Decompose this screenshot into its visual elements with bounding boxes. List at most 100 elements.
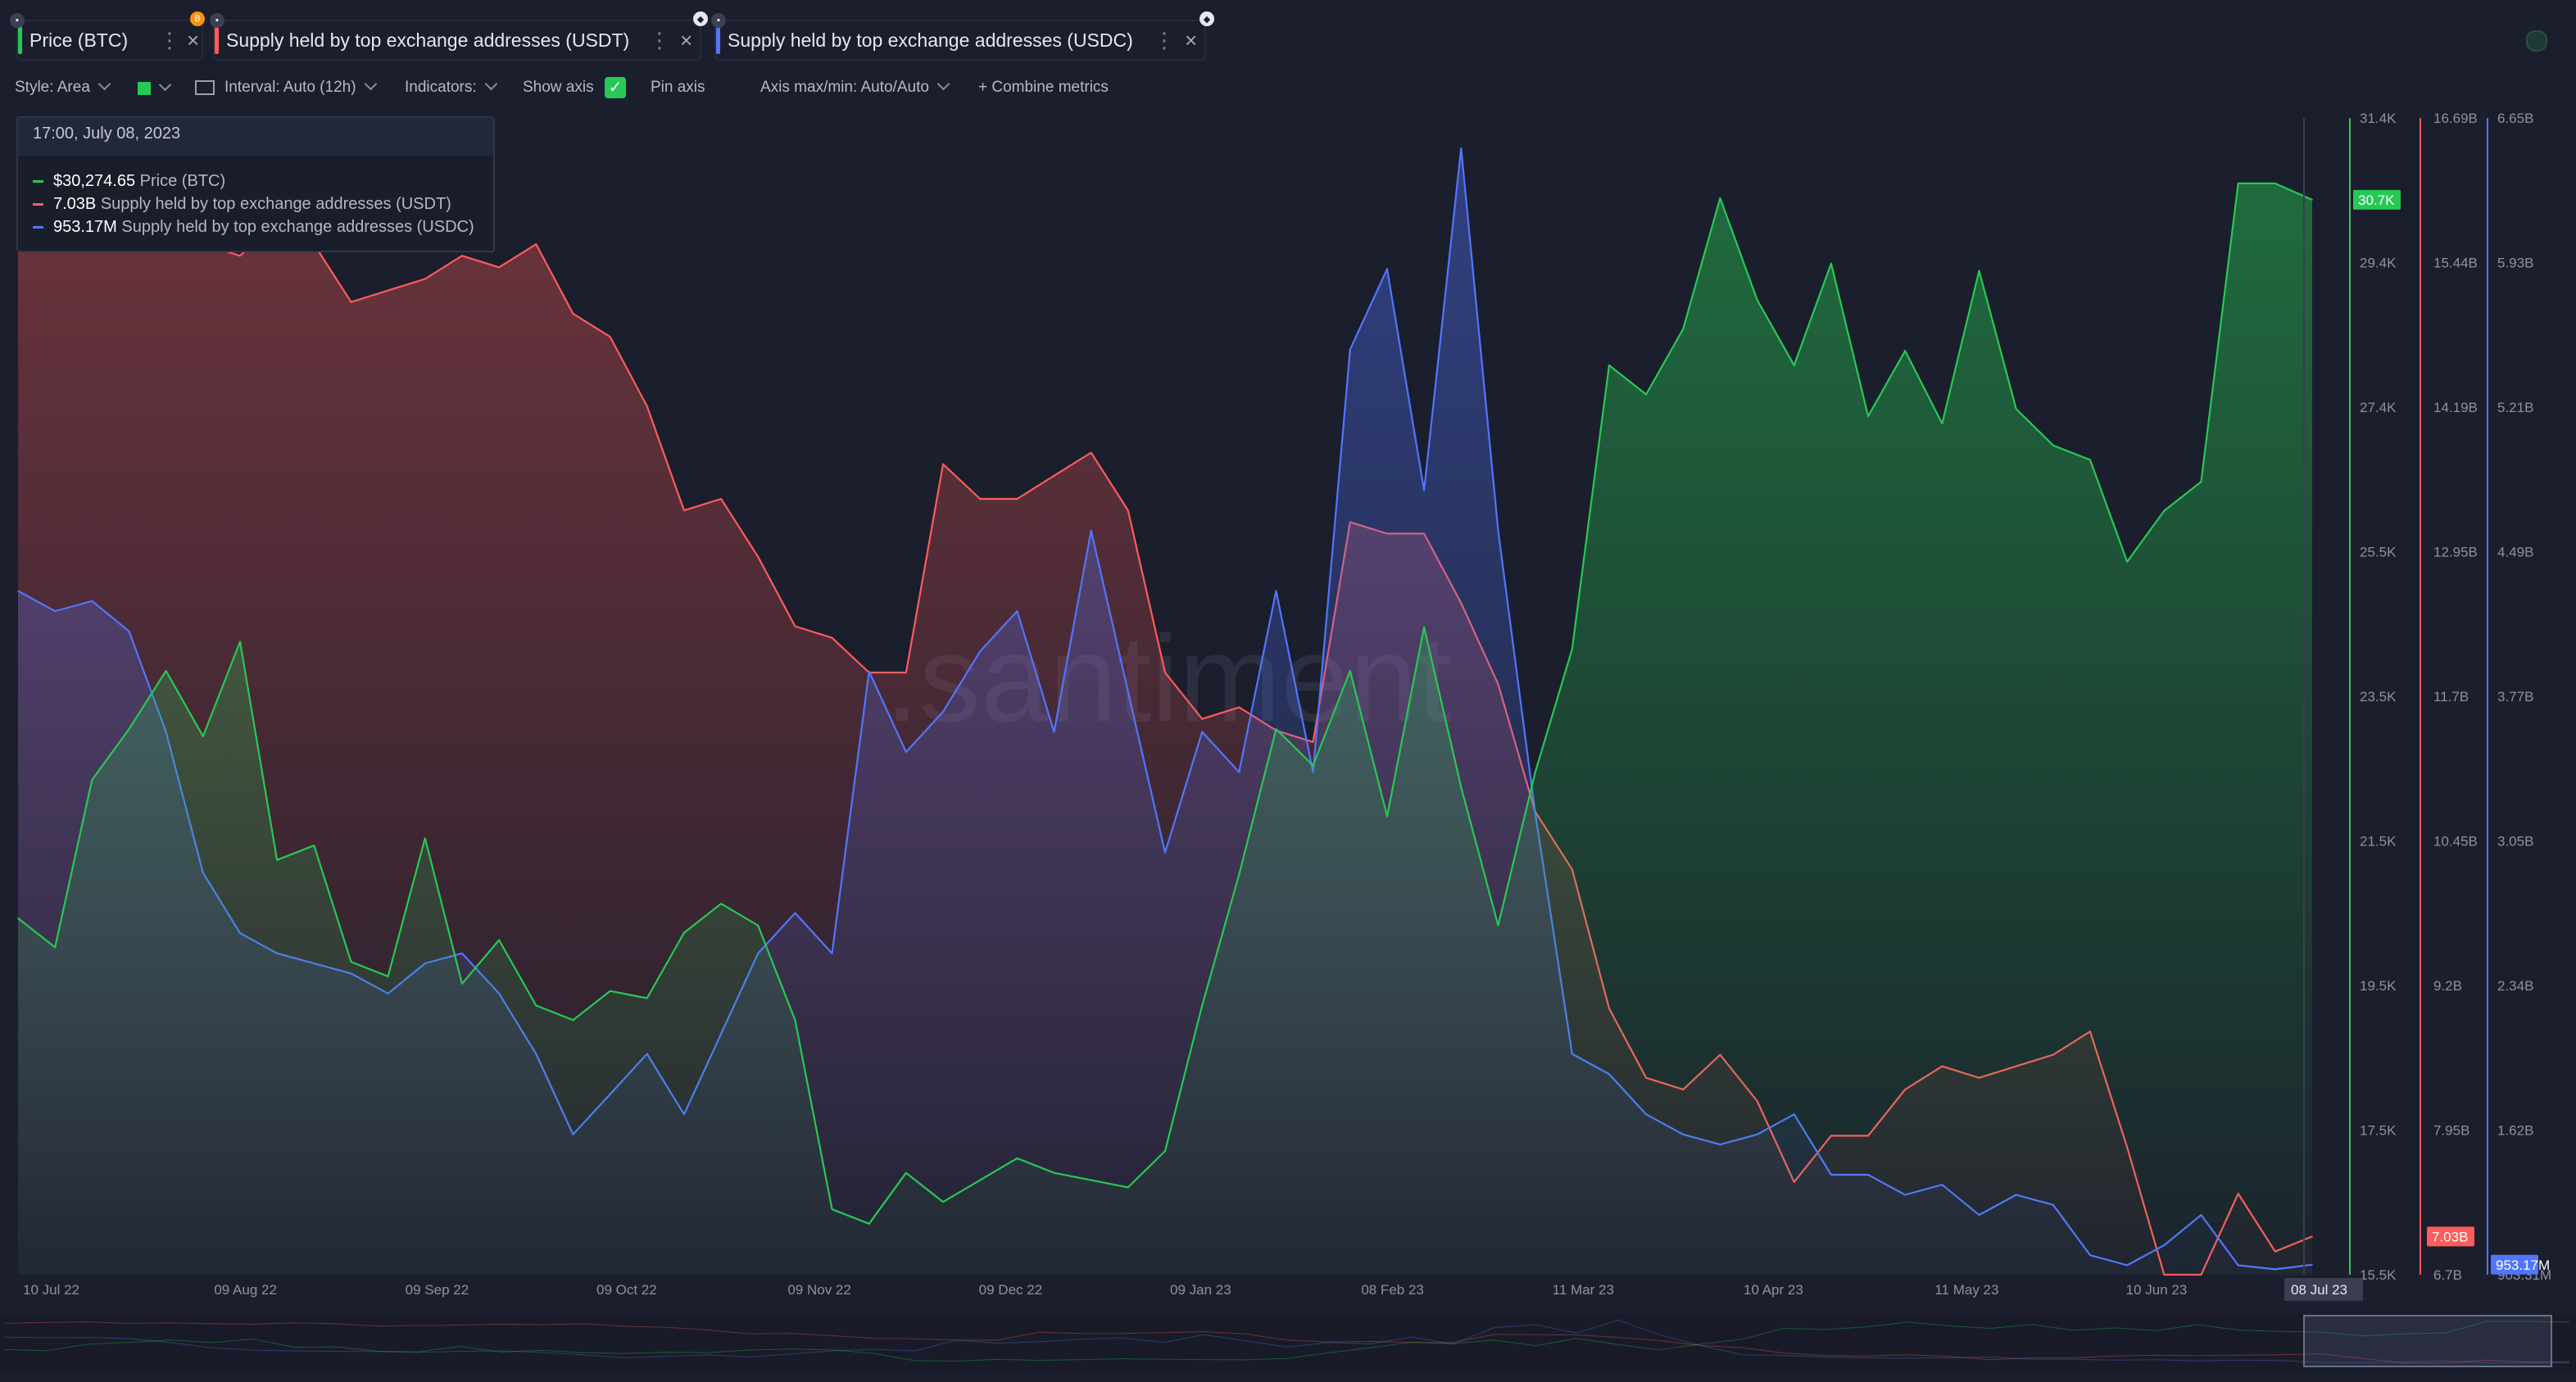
ethereum-badge-icon: ◆ — [1200, 11, 1214, 26]
indicators-dropdown[interactable]: Indicators: — [405, 77, 497, 97]
tab-price-btc[interactable]: Price (BTC) ⋮ × — [16, 20, 203, 61]
more-options-icon[interactable]: ⋮ — [1154, 28, 1175, 53]
y-tick-label: 21.5K — [2360, 834, 2397, 850]
data-point — [17, 918, 19, 919]
interval-label: Interval: Auto (12h) — [224, 79, 356, 96]
x-tick-label: 10 Jun 23 — [2126, 1282, 2188, 1298]
data-point — [1238, 771, 1240, 773]
data-point — [54, 946, 56, 949]
data-point — [1201, 731, 1203, 733]
tooltip-value: 7.03B — [53, 195, 97, 213]
interval-dropdown[interactable]: Interval: Auto (12h) — [195, 77, 377, 97]
data-point — [350, 301, 352, 303]
data-point — [720, 903, 722, 904]
data-point — [313, 845, 315, 846]
data-point — [831, 952, 833, 954]
data-point — [868, 670, 870, 673]
y-tick-label: 3.05B — [2497, 834, 2533, 850]
data-point — [2274, 183, 2276, 184]
style-label: Style: Area — [15, 79, 90, 96]
tab-color-bar — [215, 26, 219, 54]
navigator-track — [0, 1314, 2576, 1371]
data-point — [1275, 590, 1277, 592]
color-picker[interactable] — [138, 78, 172, 97]
chart-toolbar: Style: Area Interval: Auto (12h) Indicat… — [0, 72, 1147, 102]
data-point — [1941, 423, 1943, 424]
data-point — [2052, 444, 2054, 446]
more-options-icon[interactable]: ⋮ — [159, 28, 180, 53]
data-point — [979, 650, 981, 652]
tab-label: Supply held by top exchange addresses (U… — [226, 29, 630, 51]
data-point — [424, 837, 426, 839]
show-axis-checkbox[interactable]: ✓ — [605, 77, 626, 98]
combine-metrics-button[interactable]: + Combine metrics — [978, 79, 1109, 97]
data-point — [831, 637, 833, 639]
y-tick-label: 25.5K — [2360, 545, 2397, 560]
navigator-window — [2303, 1315, 2552, 1367]
y-tick-label: 27.4K — [2360, 400, 2397, 415]
x-tick-label: 10 Jul 22 — [23, 1282, 79, 1298]
data-point — [1127, 1186, 1129, 1189]
show-axis-label: Show axis — [523, 79, 594, 96]
tooltip-series-name: Price (BTC) — [139, 172, 226, 190]
more-options-icon[interactable]: ⋮ — [649, 28, 670, 53]
y-tick-label: 15.44B — [2433, 256, 2478, 271]
data-point — [646, 997, 648, 999]
data-point — [535, 1004, 537, 1007]
close-icon[interactable]: × — [1185, 28, 1197, 53]
tab-usdt-supply[interactable]: Supply held by top exchange addresses (U… — [213, 20, 701, 61]
data-point — [165, 670, 167, 672]
data-point — [1201, 718, 1203, 720]
data-point — [1016, 1158, 1018, 1159]
current-value-label: 7.03B — [2432, 1229, 2468, 1244]
x-tick-label: 10 Apr 23 — [1744, 1282, 1803, 1298]
range-navigator[interactable] — [0, 1314, 2576, 1371]
data-point — [572, 1019, 574, 1021]
data-point — [942, 463, 944, 465]
data-point — [1497, 529, 1499, 532]
close-icon[interactable]: × — [187, 28, 199, 53]
data-point — [2163, 510, 2166, 512]
data-point — [1645, 393, 1647, 396]
data-point — [239, 255, 241, 257]
data-point — [239, 641, 241, 643]
tab-usdc-supply[interactable]: Supply held by top exchange addresses (U… — [714, 20, 1206, 61]
data-point — [1460, 147, 1463, 149]
data-point — [905, 1171, 907, 1174]
y-tick-label: 6.7B — [2433, 1267, 2462, 1283]
settings-status-icon[interactable] — [2526, 30, 2547, 52]
data-point — [461, 983, 463, 985]
y-tick-label: 3.77B — [2497, 689, 2533, 705]
y-tick-label: 16.69B — [2433, 111, 2478, 126]
data-point — [1164, 1150, 1166, 1152]
data-point — [572, 313, 574, 315]
current-value-label: 953.17M — [2496, 1257, 2550, 1273]
data-point — [2015, 408, 2017, 410]
style-dropdown[interactable]: Style: Area — [15, 77, 111, 97]
chart-canvas[interactable]: .santiment 31.4K29.4K27.4K25.5K23.5K21.5… — [0, 106, 2576, 1382]
axis-minmax-dropdown[interactable]: Axis max/min: Auto/Auto — [760, 77, 950, 97]
lock-icon: ▪ — [711, 13, 726, 28]
y-axes: 31.4K 29.4K 27.4K 25.5K 23.5K 21.5K 19.5K 17.5K… — [2349, 111, 2551, 1283]
data-point — [905, 751, 907, 753]
tooltip-row-price: $30,274.65 Price (BTC) — [33, 172, 225, 191]
y-tick-label: 9.2B — [2433, 978, 2462, 994]
data-point — [1090, 451, 1092, 454]
data-point — [942, 711, 944, 713]
tooltip-row-usdt: 7.03B Supply held by top exchange addres… — [33, 195, 451, 214]
pin-axis-toggle[interactable]: Pin axis — [651, 79, 705, 97]
x-tick-label: 09 Sep 22 — [406, 1282, 469, 1298]
y-tick-label: 19.5K — [2360, 978, 2397, 994]
y-tick-label: 29.4K — [2360, 256, 2397, 271]
close-icon[interactable]: × — [680, 28, 692, 53]
x-tick-label: 08 Feb 23 — [1361, 1282, 1424, 1298]
legend-swatch — [33, 180, 43, 184]
data-point — [720, 498, 722, 500]
y-tick-label: 5.21B — [2497, 400, 2533, 415]
chevron-down-icon — [98, 77, 111, 91]
data-point — [1608, 365, 1610, 366]
data-point — [1127, 510, 1129, 511]
data-point — [794, 912, 796, 914]
tab-color-bar — [716, 26, 720, 54]
data-point — [683, 510, 685, 511]
